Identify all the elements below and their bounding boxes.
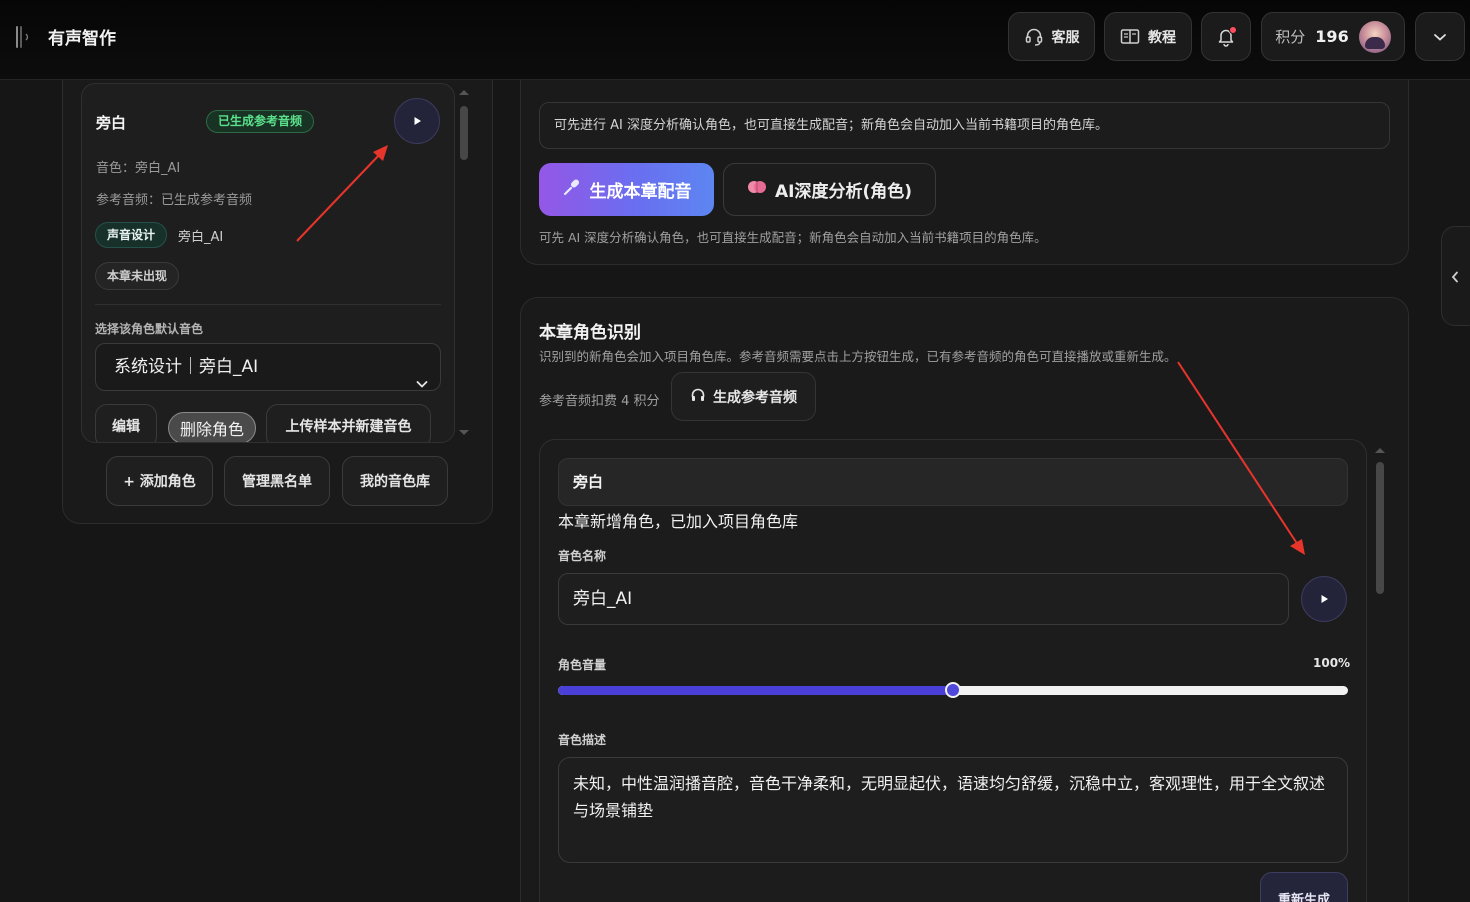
- voice-description-label: 音色描述: [558, 733, 607, 747]
- divider: [95, 304, 441, 305]
- book-icon: [1120, 28, 1140, 46]
- voice-name-label: 音色名称: [558, 549, 607, 563]
- upload-sample-button[interactable]: 上传样本并新建音色: [266, 404, 431, 442]
- support-label: 客服: [1051, 29, 1080, 46]
- edit-button[interactable]: 编辑: [95, 404, 157, 442]
- play-reference-button[interactable]: [394, 98, 440, 144]
- reference-button-label: 生成参考音频: [713, 389, 797, 406]
- chevron-left-icon: [1451, 271, 1458, 283]
- headphones-icon: [690, 387, 706, 407]
- play-voice-button[interactable]: [1301, 576, 1347, 622]
- reference-status-badge: 已生成参考音频: [206, 110, 315, 133]
- generate-reference-audio-button[interactable]: 生成参考音频: [671, 372, 816, 421]
- voice-line: 音色：旁白_AI: [96, 161, 181, 176]
- volume-slider-thumb[interactable]: [945, 682, 961, 698]
- play-icon: [411, 112, 423, 131]
- tutorial-label: 教程: [1148, 29, 1176, 46]
- regenerate-button[interactable]: 重新生成: [1260, 872, 1348, 902]
- microphone-icon: [562, 177, 582, 202]
- section-subtitle: 识别到的新角色会加入项目角色库。参考音频需要点击上方按钮生成，已有参考音频的角色…: [539, 349, 1177, 364]
- chevron-down-icon: [416, 361, 428, 407]
- generate-chapter-audio-button[interactable]: 生成本章配音: [539, 163, 714, 216]
- account-menu-button[interactable]: [1415, 12, 1465, 61]
- chevron-down-icon: [1433, 32, 1447, 42]
- left-scrollbar[interactable]: [459, 86, 469, 442]
- reference-line: 参考音频：已生成参考音频: [96, 193, 253, 208]
- role-card-narrator: 旁白 已生成参考音频 音色：旁白_AI 参考音频：已生成参考音频 声音设计 旁白…: [81, 83, 455, 443]
- absent-tag: 本章未出现: [95, 262, 180, 290]
- credits-label: 积分: [1275, 28, 1306, 46]
- generate-label: 生成本章配音: [589, 182, 692, 202]
- scroll-thumb[interactable]: [1376, 462, 1384, 594]
- analyze-label: AI深度分析(角色): [774, 182, 913, 202]
- default-voice-select[interactable]: 系统设计｜旁白_AI: [95, 343, 441, 391]
- voice-description-textarea[interactable]: 未知，中性温润播音腔，音色干净柔和，无明显起伏，语速均匀舒缓，沉稳中立，客观理性…: [558, 757, 1348, 863]
- section-title: 本章角色识别: [539, 323, 641, 343]
- notification-button[interactable]: [1201, 12, 1251, 61]
- cost-note: 参考音频扣费 4 积分: [539, 394, 660, 409]
- notification-dot: [1229, 26, 1237, 34]
- headset-icon: [1024, 27, 1044, 47]
- tutorial-button[interactable]: 教程: [1104, 12, 1192, 61]
- avatar: [1358, 20, 1391, 53]
- role-name: 旁白: [96, 114, 127, 132]
- default-voice-label: 选择该角色默认音色: [95, 322, 204, 336]
- top-bar: 有声智作 客服 教程 积分 196: [0, 0, 1470, 80]
- scroll-up-icon: [1375, 448, 1385, 453]
- app-title: 有声智作: [48, 29, 116, 49]
- voice-design-tag: 声音设计: [95, 222, 168, 248]
- ai-analysis-button[interactable]: AI深度分析(角色): [723, 163, 936, 216]
- credits-value: 196: [1315, 27, 1349, 46]
- right-scrollbar[interactable]: [1375, 444, 1385, 744]
- manage-blacklist-button[interactable]: 管理黑名单: [224, 456, 330, 506]
- new-role-note: 本章新增角色，已加入项目角色库: [558, 512, 799, 531]
- brain-icon: [747, 178, 767, 201]
- generation-hint: 可先进行 AI 深度分析确认角色，也可直接生成配音；新角色会自动加入当前书籍项目…: [539, 102, 1390, 149]
- logo-icon: [14, 26, 34, 48]
- credits-button[interactable]: 积分 196: [1261, 12, 1405, 61]
- scroll-up-icon: [459, 90, 469, 95]
- recognized-role-name: 旁白: [558, 458, 1348, 506]
- design-voice-name: 旁白_AI: [178, 230, 224, 245]
- volume-value: 100%: [1313, 656, 1351, 670]
- scroll-down-icon: [459, 430, 469, 435]
- selected-voice: 系统设计｜旁白_AI: [114, 357, 259, 377]
- scroll-thumb[interactable]: [460, 106, 468, 160]
- generation-note: 可先 AI 深度分析确认角色，也可直接生成配音；新角色会自动加入当前书籍项目的角…: [539, 230, 1047, 245]
- voice-name-input[interactable]: 旁白_AI: [558, 573, 1289, 625]
- play-icon: [1318, 590, 1330, 609]
- delete-role-button[interactable]: 删除角色: [168, 412, 256, 442]
- volume-label: 角色音量: [558, 658, 607, 672]
- my-voice-library-button[interactable]: 我的音色库: [342, 456, 448, 506]
- add-role-button[interactable]: + 添加角色: [106, 456, 213, 506]
- support-button[interactable]: 客服: [1008, 12, 1095, 61]
- side-panel-toggle[interactable]: [1441, 226, 1470, 326]
- volume-slider-fill: [558, 686, 953, 695]
